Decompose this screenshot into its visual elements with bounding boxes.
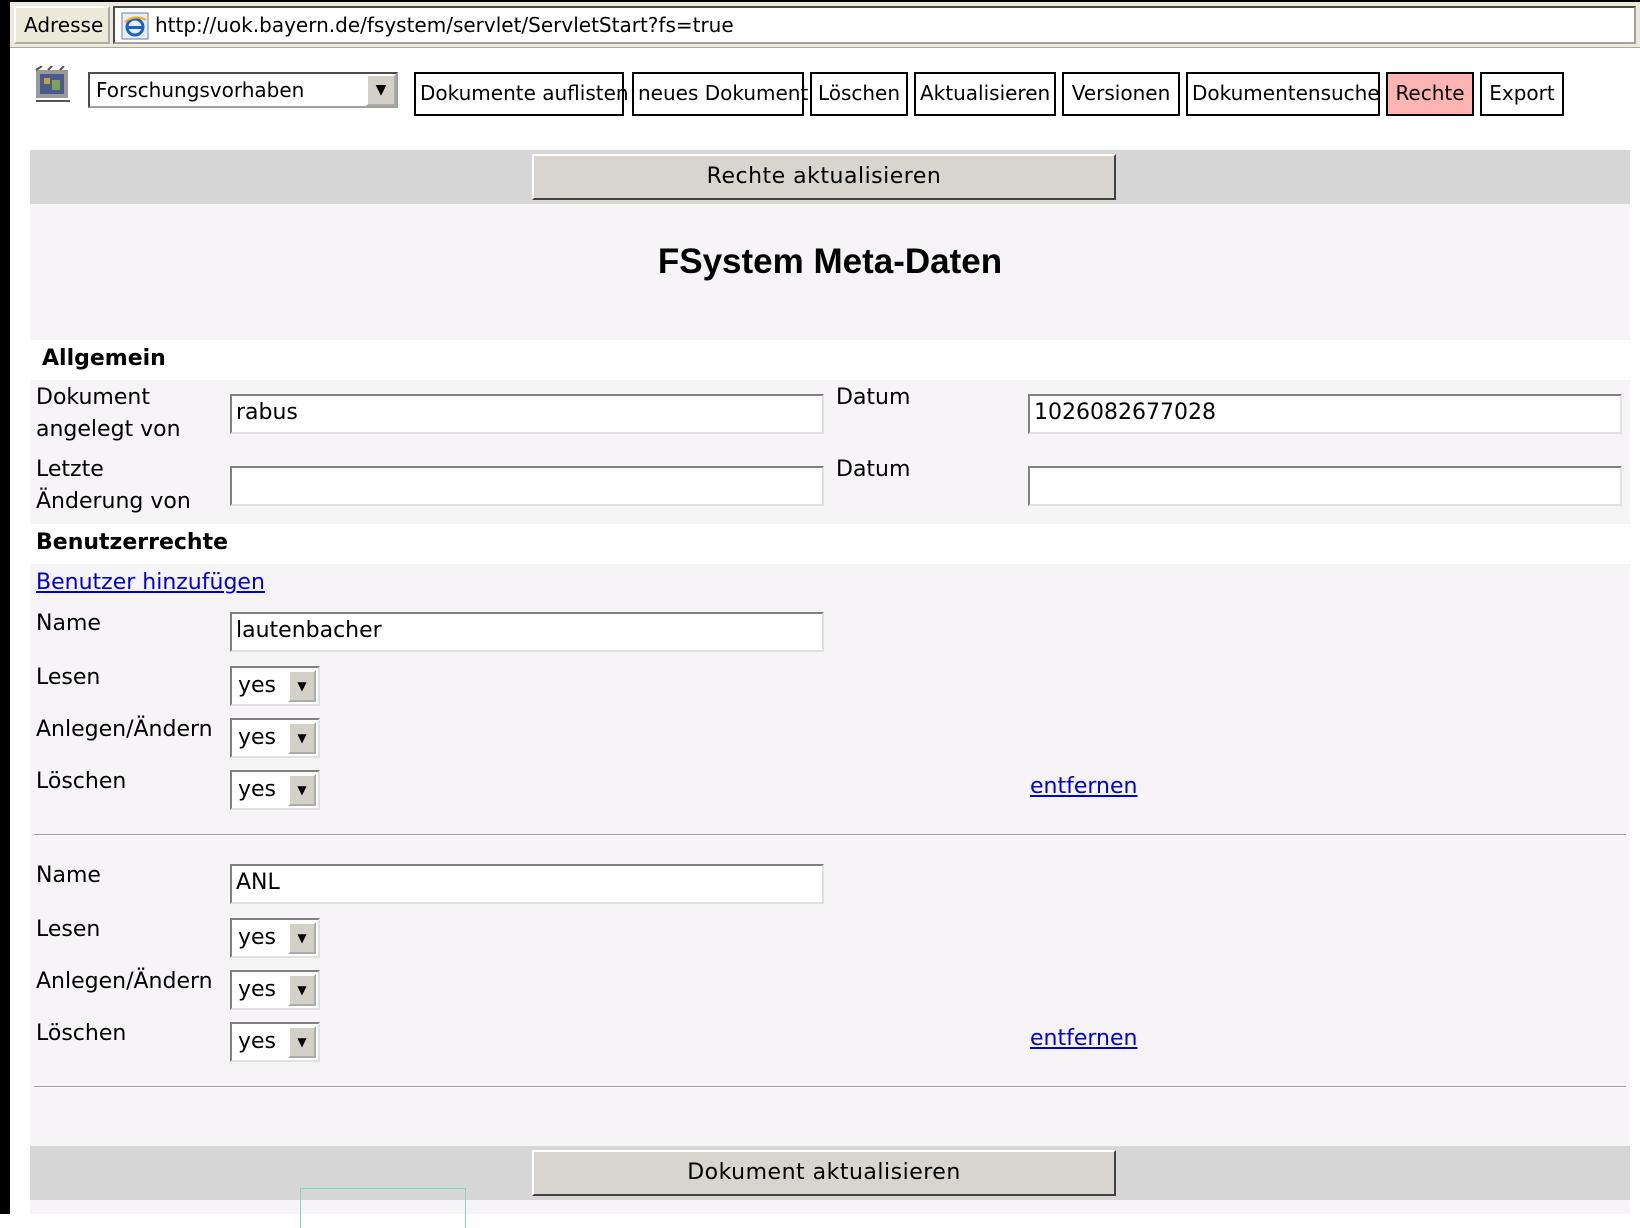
ie-page-icon — [121, 12, 149, 40]
app-toolbar: Forschungsvorhaben ▼ Dokumente auflisten… — [10, 56, 1640, 120]
entry-divider — [34, 1086, 1626, 1088]
update-document-button[interactable]: Dokument aktualisieren — [532, 1150, 1116, 1196]
allgemein-heading: Allgemein — [42, 346, 166, 371]
entry2-remove-link[interactable]: entfernen — [1030, 1026, 1137, 1051]
entry1-name-input[interactable]: lautenbacher — [230, 612, 824, 652]
update-button[interactable]: Aktualisieren — [914, 72, 1056, 116]
versions-button[interactable]: Versionen — [1062, 72, 1180, 116]
address-label: Adresse — [14, 6, 110, 44]
entry2-name-label: Name — [36, 863, 101, 888]
entry1-delete-label: Löschen — [36, 769, 127, 794]
chevron-down-icon[interactable]: ▼ — [288, 774, 316, 806]
chevron-down-icon[interactable]: ▼ — [288, 722, 316, 754]
add-user-link[interactable]: Benutzer hinzufügen — [36, 570, 265, 595]
focus-outline — [300, 1188, 466, 1228]
entry1-name-label: Name — [36, 611, 101, 636]
created-date-label: Datum — [836, 385, 911, 410]
entry1-edit-select[interactable]: yes ▼ — [230, 718, 320, 758]
address-bar: Adresse http://uok.bayern.de/fsystem/ser… — [10, 2, 1640, 48]
chevron-down-icon[interactable]: ▼ — [288, 922, 316, 954]
list-documents-button[interactable]: Dokumente auflisten — [414, 72, 629, 116]
modified-date-input[interactable] — [1028, 466, 1622, 506]
chevron-down-icon[interactable]: ▼ — [288, 670, 316, 702]
page-title: FSystem Meta-Daten — [657, 242, 1003, 281]
export-button[interactable]: Export — [1480, 72, 1564, 116]
created-date-input[interactable]: 1026082677028 — [1028, 394, 1622, 434]
new-document-button[interactable]: neues Dokument — [632, 72, 808, 116]
main-form: Rechte aktualisieren FSystem Meta-Daten … — [30, 150, 1630, 1228]
created-by-label-line2: angelegt von — [36, 417, 181, 442]
document-type-select[interactable]: Forschungsvorhaben ▼ — [88, 72, 398, 108]
bottom-action-bar: Dokument aktualisieren — [30, 1146, 1630, 1200]
app-logo-icon — [35, 66, 70, 102]
window-frame-left — [0, 0, 10, 1214]
entry1-remove-link[interactable]: entfernen — [1030, 774, 1137, 799]
entry1-delete-value: yes — [238, 777, 277, 802]
chevron-down-icon[interactable]: ▼ — [288, 974, 316, 1006]
entry-divider — [34, 834, 1626, 836]
modified-by-label-line1: Letzte — [36, 457, 104, 482]
entry1-edit-value: yes — [238, 725, 277, 750]
modified-by-input[interactable] — [230, 466, 824, 506]
entry1-edit-label: Anlegen/Ändern — [36, 717, 213, 742]
chevron-down-icon[interactable]: ▼ — [288, 1026, 316, 1058]
entry2-edit-label: Anlegen/Ändern — [36, 969, 213, 994]
entry2-read-value: yes — [238, 925, 277, 950]
rights-header-band — [30, 524, 1630, 564]
allgemein-header-band — [30, 340, 1630, 380]
entry2-delete-select[interactable]: yes ▼ — [230, 1022, 320, 1062]
entry2-read-select[interactable]: yes ▼ — [230, 918, 320, 958]
entry2-delete-value: yes — [238, 1029, 277, 1054]
top-action-bar: Rechte aktualisieren — [30, 150, 1630, 204]
entry2-edit-select[interactable]: yes ▼ — [230, 970, 320, 1010]
entry1-delete-select[interactable]: yes ▼ — [230, 770, 320, 810]
entry2-name-input[interactable]: ANL — [230, 864, 824, 904]
entry2-read-label: Lesen — [36, 917, 101, 942]
entry1-read-select[interactable]: yes ▼ — [230, 666, 320, 706]
modified-by-label-line2: Änderung von — [36, 489, 191, 514]
rights-heading: Benutzerrechte — [36, 530, 229, 555]
entry1-read-label: Lesen — [36, 665, 101, 690]
document-type-value: Forschungsvorhaben — [96, 78, 305, 102]
address-input[interactable]: http://uok.bayern.de/fsystem/servlet/Ser… — [113, 6, 1636, 44]
entry2-delete-label: Löschen — [36, 1021, 127, 1046]
document-search-button[interactable]: Dokumentensuche — [1186, 72, 1380, 116]
created-by-label-line1: Dokument — [36, 385, 150, 410]
modified-date-label: Datum — [836, 457, 911, 482]
update-rights-button[interactable]: Rechte aktualisieren — [532, 154, 1116, 200]
address-url: http://uok.bayern.de/fsystem/servlet/Ser… — [155, 13, 734, 37]
rights-button[interactable]: Rechte — [1386, 72, 1474, 116]
delete-button[interactable]: Löschen — [810, 72, 908, 116]
entry2-edit-value: yes — [238, 977, 277, 1002]
entry1-read-value: yes — [238, 673, 277, 698]
chevron-down-icon[interactable]: ▼ — [366, 74, 396, 106]
created-by-input[interactable]: rabus — [230, 394, 824, 434]
